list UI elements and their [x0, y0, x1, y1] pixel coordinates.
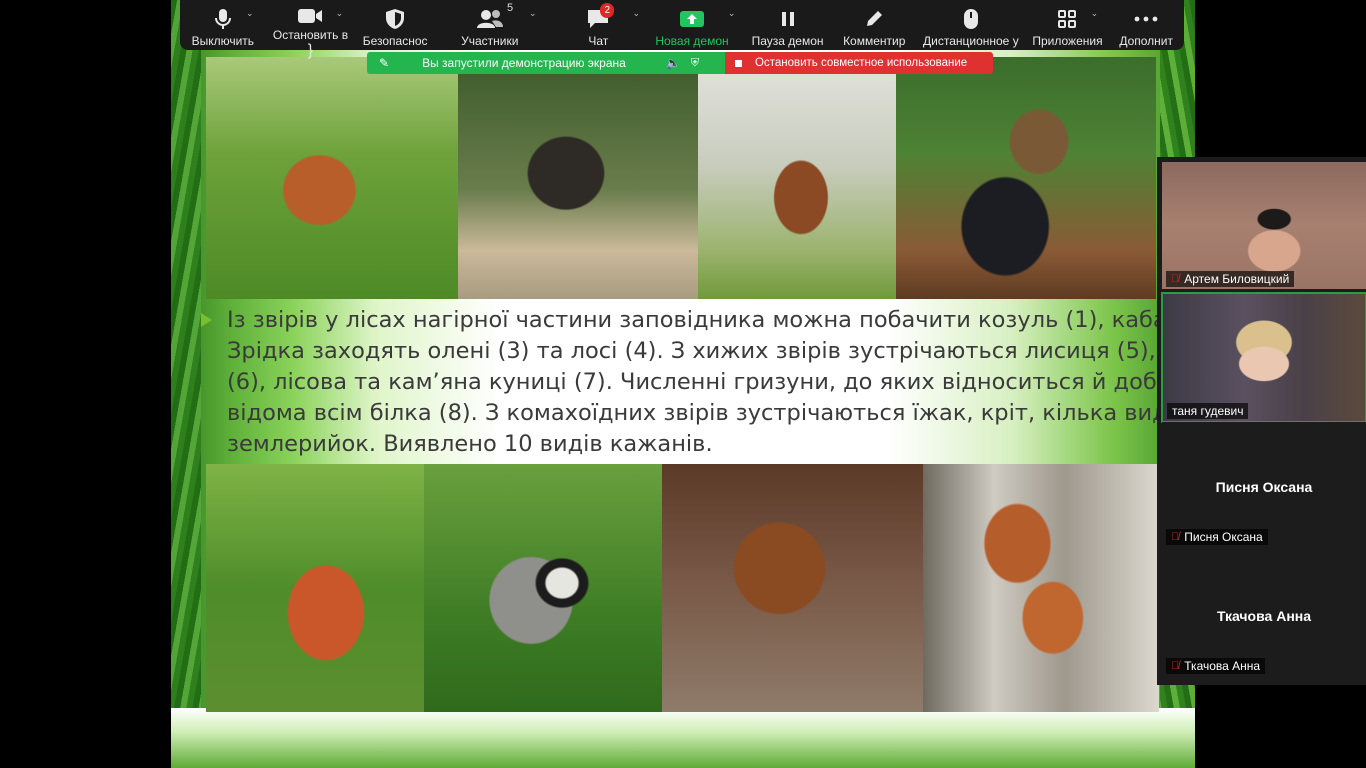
share-screen-icon	[672, 7, 712, 31]
stop-share-label: Остановить совместное использование	[755, 57, 968, 69]
new-share-label: Новая демон	[655, 34, 729, 48]
more-dots-icon	[1126, 7, 1166, 31]
marten-photo	[662, 464, 923, 712]
slide-text-line: Зрідка заходять олені (3) та лосі (4). З…	[227, 338, 1195, 364]
moose-photo	[896, 57, 1156, 299]
pause-icon	[768, 7, 808, 31]
participant-name: таня гудевич	[1172, 404, 1244, 418]
pin-icon[interactable]: ✎	[379, 56, 389, 70]
security-button[interactable]: Безопаснос	[355, 0, 435, 50]
chevron-down-icon[interactable]: ⌄	[529, 8, 537, 19]
participant-tile-active-speaker[interactable]: таня гудевич	[1161, 292, 1366, 423]
participant-tile[interactable]: Писня Оксана 🎙̸ Писня Оксана	[1162, 422, 1366, 547]
new-share-button[interactable]: Новая демон	[652, 0, 732, 50]
share-status-banner[interactable]: ✎ Вы запустили демонстрацию экрана 🔈 ⛨	[367, 52, 725, 74]
wild-boar-photo	[458, 57, 698, 299]
annotate-button[interactable]: Комментир	[833, 0, 915, 50]
apps-label: Приложения	[1032, 34, 1103, 48]
chat-icon: 2	[578, 3, 618, 31]
security-shield-icon[interactable]: ⛨	[691, 57, 699, 70]
remote-control-mouse-icon	[951, 7, 991, 31]
participants-label: Участники	[461, 34, 519, 48]
participant-name-tag: 🎙̸ Писня Оксана	[1166, 529, 1268, 545]
security-label: Безопаснос	[362, 34, 428, 48]
mute-label: Выключить	[191, 34, 255, 48]
participants-icon	[470, 7, 510, 31]
muted-microphone-icon: 🎙̸	[1171, 660, 1180, 672]
fox-photo	[206, 464, 424, 712]
participant-tile[interactable]: Ткачова Анна 🎙̸ Ткачова Анна	[1162, 551, 1366, 676]
slide-bottom-band	[171, 708, 1195, 768]
grass-decoration-left	[171, 0, 201, 768]
participant-name: Ткачова Анна	[1184, 659, 1261, 673]
annotate-label: Комментир	[843, 34, 906, 48]
remote-control-label: Дистанционное у	[923, 34, 1019, 48]
badger-photo	[424, 464, 662, 712]
participant-name: Артем Биловицкий	[1184, 272, 1290, 286]
meeting-toolbar: ⌄ Выключить ⌄ Остановить в } Безопаснос …	[180, 0, 1184, 59]
slide-text-line: Із звірів у лісах нагірної частини запов…	[227, 307, 1195, 333]
participant-display-name: Писня Оксана	[1215, 479, 1313, 495]
slide-text-line: (6), лісова та кам’яна куниці (7). Числе…	[227, 369, 1185, 395]
stop-square-icon	[735, 59, 742, 67]
volume-icon[interactable]: 🔈	[666, 56, 681, 70]
chevron-down-icon[interactable]: ⌄	[336, 8, 344, 19]
participants-button[interactable]: 5 ⌄ Участники	[435, 0, 545, 50]
slide-text-line: землерийок. Виявлено 10 видів кажанів.	[227, 431, 713, 457]
apps-button[interactable]: ⌄ Приложения	[1027, 0, 1109, 50]
shield-icon	[375, 7, 415, 31]
more-label: Дополнит	[1119, 34, 1173, 48]
bullet-arrow-icon	[201, 313, 212, 327]
share-status-text: Вы запустили демонстрацию экрана	[422, 56, 626, 70]
slide-text-block: Із звірів у лісах нагірної частини запов…	[201, 305, 1195, 460]
participants-count: 5	[506, 2, 514, 14]
muted-microphone-icon: 🎙̸	[1171, 531, 1180, 543]
pause-share-button[interactable]: Пауза демон	[742, 0, 834, 50]
stop-video-button[interactable]: ⌄ Остановить в }	[266, 0, 356, 59]
participant-video	[1163, 294, 1365, 421]
more-button[interactable]: Дополнит	[1108, 0, 1184, 50]
participant-display-name: Ткачова Анна	[1216, 608, 1312, 624]
chevron-down-icon[interactable]: ⌄	[633, 8, 641, 19]
chat-unread-badge: 2	[600, 3, 615, 18]
participant-name-tag: 🎙̸ Артем Биловицкий	[1166, 271, 1295, 287]
participant-name-tag: таня гудевич	[1167, 403, 1249, 419]
remote-control-button[interactable]: Дистанционное у	[915, 0, 1027, 50]
stop-share-button[interactable]: Остановить совместное использование	[725, 52, 993, 74]
shared-screen-slide: Із звірів у лісах нагірної частини запов…	[171, 0, 1195, 768]
chevron-down-icon[interactable]: ⌄	[728, 8, 736, 19]
chat-label: Чат	[588, 34, 609, 48]
mute-button[interactable]: ⌄ Выключить	[180, 0, 266, 50]
participant-name-tag: 🎙̸ Ткачова Анна	[1166, 658, 1266, 674]
participant-name: Писня Оксана	[1184, 530, 1263, 544]
microphone-icon	[203, 7, 243, 31]
participants-video-panel: 🎙̸ Артем Биловицкий таня гудевич Писня О…	[1157, 157, 1366, 685]
stop-video-label: Остановить в	[272, 28, 349, 42]
share-options-caret[interactable]: ⌄	[728, 0, 742, 50]
annotate-pencil-icon	[854, 7, 894, 31]
video-camera-icon	[290, 7, 330, 25]
participant-video	[1162, 162, 1366, 289]
chevron-down-icon[interactable]: ⌄	[1091, 8, 1099, 19]
muted-microphone-icon: 🎙̸	[1171, 273, 1180, 285]
slide-text-line: відома всім білка (8). З комахоїдних зві…	[227, 400, 1188, 426]
roe-deer-photo	[206, 57, 458, 299]
red-deer-photo	[698, 57, 896, 299]
squirrel-photo	[923, 464, 1159, 712]
chevron-down-icon[interactable]: ⌄	[246, 8, 254, 19]
pause-share-label: Пауза демон	[751, 34, 824, 48]
chat-button[interactable]: 2 ⌄ Чат	[545, 0, 653, 50]
apps-icon	[1047, 7, 1087, 31]
participant-tile[interactable]: 🎙̸ Артем Биловицкий	[1162, 162, 1366, 289]
